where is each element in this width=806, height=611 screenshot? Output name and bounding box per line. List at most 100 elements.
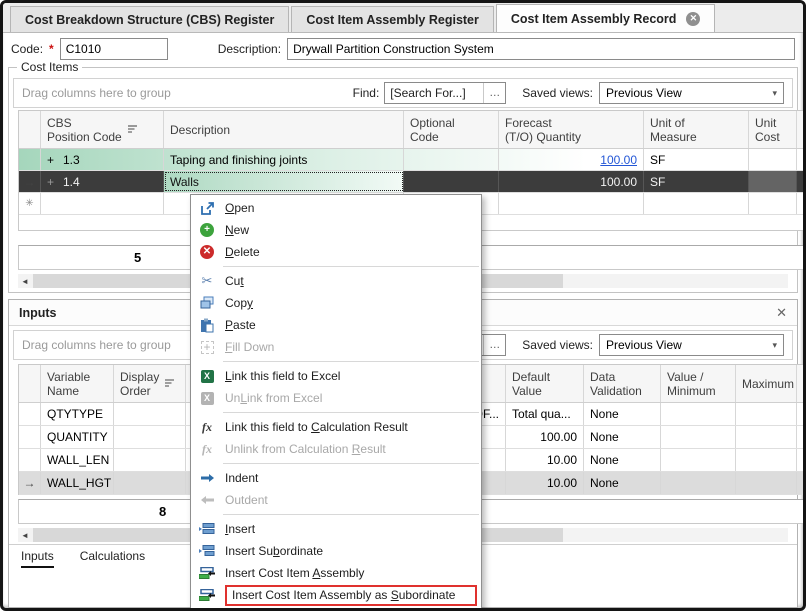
forecast-qty-link[interactable]: 100.00 [600, 153, 637, 167]
cbs-position-cell[interactable] [41, 193, 164, 214]
menu-item-new[interactable]: +New [191, 219, 481, 241]
menu-item-insert-cost-item-assembly[interactable]: Insert Cost Item Assembly [191, 562, 481, 584]
value-minimum-cell[interactable] [661, 403, 736, 425]
row-selector[interactable] [19, 403, 41, 425]
maximum-cell[interactable] [736, 472, 797, 494]
data-validation-cell[interactable]: None [584, 449, 661, 471]
menu-item-delete[interactable]: ✕Delete [191, 241, 481, 263]
search-options-button[interactable]: … [483, 335, 505, 355]
menu-item-indent[interactable]: Indent [191, 467, 481, 489]
forecast-qty-cell[interactable]: 100.00 [499, 171, 644, 192]
new-row-icon[interactable]: ✳ [19, 193, 41, 214]
column-header-display[interactable]: Display Order [114, 365, 186, 402]
default-value-cell[interactable]: 10.00 [506, 449, 584, 471]
menu-item-insert[interactable]: Insert [191, 518, 481, 540]
maximum-cell[interactable] [736, 403, 797, 425]
excel-link-icon: X [197, 370, 217, 383]
saved-views-dropdown[interactable]: Previous View ▾ [599, 334, 784, 356]
optional-code-cell[interactable] [404, 171, 499, 192]
scroll-left-icon[interactable]: ◄ [18, 528, 32, 542]
column-header-variable[interactable]: Variable Name [41, 365, 114, 402]
row-selector-header [19, 111, 41, 148]
search-input[interactable]: [Search For...] … [384, 82, 506, 104]
description-cell[interactable]: Taping and finishing joints [164, 149, 404, 170]
column-header-unit-of[interactable]: Unit of Measure [644, 111, 749, 148]
menu-item-link-this-field-to-calculation-result[interactable]: fxLink this field to Calculation Result [191, 416, 481, 438]
search-options-button[interactable]: … [483, 83, 505, 103]
tab-cost-breakdown-structure-cbs-register[interactable]: Cost Breakdown Structure (CBS) Register [10, 6, 289, 32]
menu-item-link-this-field-to-excel[interactable]: XLink this field to Excel [191, 365, 481, 387]
column-header-data[interactable]: Data Validation [584, 365, 661, 402]
tab-cost-item-assembly-record[interactable]: Cost Item Assembly Record✕ [496, 4, 716, 32]
menu-item-open[interactable]: Open [191, 197, 481, 219]
forecast-qty-cell[interactable]: 100.00 [499, 149, 644, 170]
column-header-maximum[interactable]: Maximum [736, 365, 797, 402]
value-minimum-cell[interactable] [661, 472, 736, 494]
forecast-qty-cell[interactable] [499, 193, 644, 214]
menu-item-label: UnLink from Excel [225, 391, 477, 405]
cbs-position-cell[interactable]: +1.4 [41, 171, 164, 192]
cbs-position-cell[interactable]: +1.3 [41, 149, 164, 170]
data-validation-cell[interactable]: None [584, 472, 661, 494]
menu-separator [223, 514, 479, 515]
uom-cell[interactable]: SF [644, 149, 749, 170]
tab-calculations[interactable]: Calculations [80, 549, 145, 566]
table-row[interactable]: +1.3Taping and finishing joints 100.00 SF$… [19, 149, 806, 171]
uom-cell[interactable] [644, 193, 749, 214]
variable-name-cell[interactable]: WALL_HGT [41, 472, 114, 494]
table-row[interactable]: →+1.4Walls 100.00SF $0.00 [19, 171, 806, 193]
data-validation-cell[interactable]: None [584, 426, 661, 448]
default-value-cell[interactable]: Total qua... [506, 403, 584, 425]
close-icon[interactable]: ✕ [686, 12, 700, 26]
menu-item-insert-subordinate[interactable]: Insert Subordinate [191, 540, 481, 562]
tab-inputs[interactable]: Inputs [21, 549, 54, 568]
column-header-optional[interactable]: Optional Code [404, 111, 499, 148]
column-header-description[interactable]: Description [164, 111, 404, 148]
maximum-cell[interactable] [736, 449, 797, 471]
expand-icon[interactable]: + [47, 175, 63, 189]
current-row-icon[interactable]: → [19, 171, 41, 192]
expand-icon[interactable]: + [47, 153, 63, 167]
menu-item-insert-cost-item-assembly-as-subordinate[interactable]: Insert Cost Item Assembly as Subordinate [191, 584, 481, 606]
description-input[interactable]: Drywall Partition Construction System [287, 38, 795, 60]
unit-cost-cell[interactable]: $0.00 [749, 171, 797, 192]
row-selector[interactable] [19, 449, 41, 471]
column-header-value-[interactable]: Value / Minimum [661, 365, 736, 402]
default-value-cell[interactable]: 100.00 [506, 426, 584, 448]
display-order-cell[interactable] [114, 449, 186, 471]
display-order-cell[interactable] [114, 426, 186, 448]
unit-cost-cell[interactable]: $0.00 [749, 149, 797, 170]
column-header-label: Maximum [742, 377, 794, 391]
optional-code-cell[interactable] [404, 149, 499, 170]
tab-cost-item-assembly-register[interactable]: Cost Item Assembly Register [291, 6, 494, 32]
column-header-forecast[interactable]: Forecast (T/O) Quantity [499, 111, 644, 148]
column-header-default[interactable]: Default Value [506, 365, 584, 402]
display-order-cell[interactable] [114, 403, 186, 425]
saved-views-dropdown[interactable]: Previous View ▾ [599, 82, 784, 104]
value-minimum-cell[interactable] [661, 449, 736, 471]
column-header-cbs[interactable]: CBS Position Code [41, 111, 164, 148]
menu-item-cut[interactable]: ✂Cut [191, 270, 481, 292]
current-row-icon[interactable]: → [19, 472, 41, 494]
maximum-cell[interactable] [736, 426, 797, 448]
data-validation-cell[interactable]: None [584, 403, 661, 425]
scroll-left-icon[interactable]: ◄ [18, 274, 32, 288]
variable-name-cell[interactable]: WALL_LEN [41, 449, 114, 471]
uom-cell[interactable]: SF [644, 171, 749, 192]
menu-item-paste[interactable]: Paste [191, 314, 481, 336]
default-value-cell[interactable]: 10.00 [506, 472, 584, 494]
unit-cost-cell[interactable] [749, 193, 797, 214]
column-header-unit-cost[interactable]: Unit Cost [749, 111, 797, 148]
description-cell[interactable]: Walls [164, 171, 404, 192]
variable-name-cell[interactable]: QTYTYPE [41, 403, 114, 425]
row-selector[interactable] [19, 426, 41, 448]
close-icon[interactable]: ✕ [776, 305, 787, 321]
menu-separator [223, 266, 479, 267]
display-order-cell[interactable] [114, 472, 186, 494]
variable-name-cell[interactable]: QUANTITY [41, 426, 114, 448]
code-input[interactable]: C1010 [60, 38, 168, 60]
unit-cost-value: $0.00 [755, 175, 797, 189]
value-minimum-cell[interactable] [661, 426, 736, 448]
row-selector[interactable] [19, 149, 41, 170]
menu-item-copy[interactable]: Copy [191, 292, 481, 314]
